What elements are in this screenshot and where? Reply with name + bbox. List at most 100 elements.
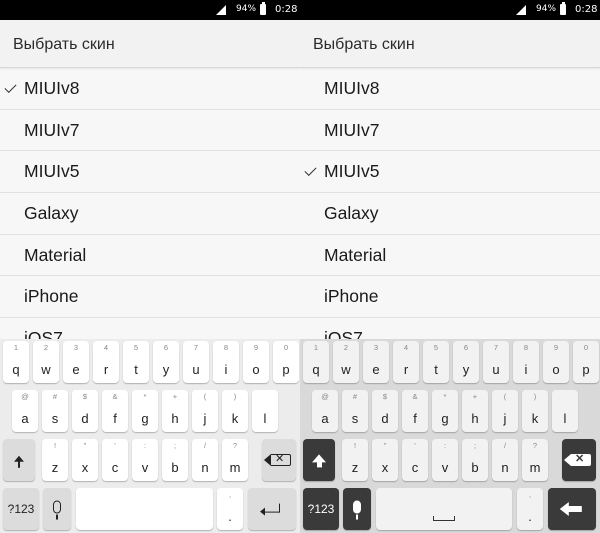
key-e[interactable]: 3e [363, 341, 389, 383]
key-v[interactable]: :v [132, 439, 158, 481]
key-j[interactable]: (j [492, 390, 518, 432]
key-v[interactable]: :v [432, 439, 458, 481]
key-d[interactable]: $ d [72, 390, 98, 432]
key-e[interactable]: 3e [63, 341, 89, 383]
key-label: . [528, 509, 532, 524]
key-a[interactable]: @ a [12, 390, 38, 432]
key-label: o [252, 362, 260, 377]
skin-label: Galaxy [324, 203, 379, 224]
key-a[interactable]: @ a [312, 390, 338, 432]
key-q[interactable]: 1q [303, 341, 329, 383]
symbols-key[interactable]: ?123 [303, 488, 339, 530]
key-b[interactable]: ; b [162, 439, 188, 481]
status-bar: 94% 0:28 [0, 0, 300, 20]
key-j[interactable]: (j [192, 390, 218, 432]
key-k[interactable]: ) k [522, 390, 548, 432]
skin-option[interactable]: Material [0, 235, 300, 277]
key-hint: 2 [343, 343, 349, 352]
key-k[interactable]: ) k [222, 390, 248, 432]
skin-option[interactable]: MIUIv8 [0, 68, 300, 110]
period-key[interactable]: ,. [217, 488, 243, 530]
backspace-key[interactable]: ✕ [262, 439, 296, 481]
key-z[interactable]: ! z [42, 439, 68, 481]
key-o[interactable]: 9o [243, 341, 269, 383]
key-n[interactable]: / n [492, 439, 518, 481]
key-n[interactable]: / n [192, 439, 218, 481]
key-c[interactable]: ' c [402, 439, 428, 481]
key-u[interactable]: 7u [183, 341, 209, 383]
key-x[interactable]: " x [72, 439, 98, 481]
key-d[interactable]: $ d [372, 390, 398, 432]
key-r[interactable]: 4r [393, 341, 419, 383]
key-p[interactable]: 0p [273, 341, 299, 383]
key-r[interactable]: 4r [93, 341, 119, 383]
symbols-key[interactable]: ?123 [3, 488, 39, 530]
skin-option[interactable]: MIUIv8 [300, 68, 600, 110]
shift-key[interactable] [3, 439, 35, 481]
key-hint: 9 [553, 343, 559, 352]
key-y[interactable]: 6y [153, 341, 179, 383]
skin-label: MIUIv8 [324, 78, 380, 98]
enter-key[interactable] [248, 488, 296, 530]
key-f[interactable]: & f [402, 390, 428, 432]
key-o[interactable]: 9o [543, 341, 569, 383]
key-w[interactable]: 2w [333, 341, 359, 383]
checkmark-icon [304, 164, 317, 177]
app-bar: Выбрать скин [300, 20, 600, 68]
key-g[interactable]: * g [432, 390, 458, 432]
battery-percent: 94% [236, 4, 257, 14]
skin-option[interactable]: Galaxy [300, 193, 600, 235]
key-t[interactable]: 5t [123, 341, 149, 383]
space-key[interactable] [376, 488, 512, 530]
key-i[interactable]: 8i [213, 341, 239, 383]
key-g[interactable]: * g [132, 390, 158, 432]
key-t[interactable]: 5t [423, 341, 449, 383]
microphone-key[interactable] [43, 488, 71, 530]
period-key[interactable]: ,. [517, 488, 543, 530]
shift-key[interactable] [303, 439, 335, 481]
key-h[interactable]: + h [162, 390, 188, 432]
key-i[interactable]: 8i [513, 341, 539, 383]
skin-option[interactable]: Galaxy [0, 193, 300, 235]
skin-option[interactable]: iPhone [0, 276, 300, 319]
skin-option[interactable]: iPhone [300, 276, 600, 319]
key-hint: 0 [283, 343, 289, 352]
key-hint: 8 [223, 343, 229, 352]
key-m[interactable]: ? m [522, 439, 548, 481]
skin-option[interactable]: MIUIv5 [0, 151, 300, 194]
key-c[interactable]: ' c [102, 439, 128, 481]
key-s[interactable]: # s [342, 390, 368, 432]
key-m[interactable]: ? m [222, 439, 248, 481]
skin-option[interactable]: Material [300, 235, 600, 277]
microphone-key[interactable] [343, 488, 371, 530]
key-s[interactable]: # s [42, 390, 68, 432]
key-f[interactable]: & f [102, 390, 128, 432]
key-z[interactable]: ! z [342, 439, 368, 481]
key-x[interactable]: " x [372, 439, 398, 481]
key-u[interactable]: 7u [483, 341, 509, 383]
skin-option[interactable]: MIUIv5 [300, 151, 600, 194]
key-label: w [41, 362, 51, 377]
spacebar-icon [433, 516, 455, 521]
key-p[interactable]: 0p [573, 341, 599, 383]
key-hint: " [383, 441, 387, 450]
symbols-label: ?123 [7, 502, 35, 516]
enter-key[interactable] [548, 488, 596, 530]
key-label: v [141, 460, 149, 475]
key-hint: + [172, 392, 178, 401]
skin-option[interactable]: MIUIv7 [0, 110, 300, 152]
skin-label: MIUIv8 [24, 78, 80, 98]
skin-option[interactable]: MIUIv7 [300, 110, 600, 152]
backspace-key[interactable]: ✕ [562, 439, 596, 481]
right-screen: 94% 0:28 Выбрать скин MIUIv8 MIUIv7 MIUI… [300, 0, 600, 533]
symbols-label: ?123 [307, 502, 335, 516]
space-key[interactable] [76, 488, 213, 530]
key-h[interactable]: + h [462, 390, 488, 432]
key-y[interactable]: 6y [453, 341, 479, 383]
skin-label: MIUIv7 [24, 119, 80, 140]
key-l[interactable]: l [252, 390, 278, 432]
key-q[interactable]: 1q [3, 341, 29, 383]
key-b[interactable]: ; b [462, 439, 488, 481]
key-w[interactable]: 2w [33, 341, 59, 383]
key-l[interactable]: l [552, 390, 578, 432]
